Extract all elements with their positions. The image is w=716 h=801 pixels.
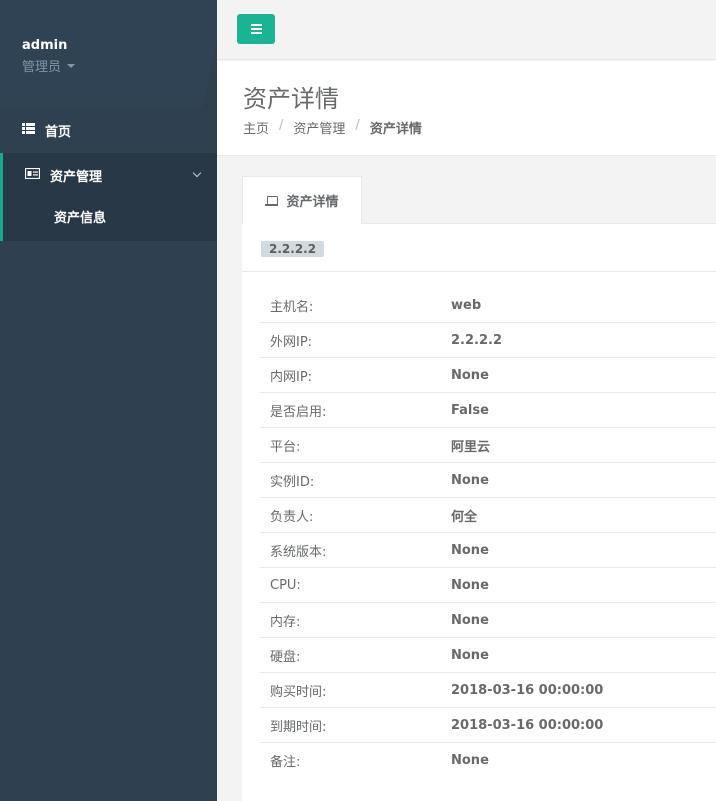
field-value: None	[451, 367, 489, 383]
field-value: 2018-03-16 00:00:00	[451, 682, 604, 698]
profile-name: admin	[22, 38, 68, 53]
field-value: web	[451, 297, 482, 313]
breadcrumb: 主页 / 资产管理 / 资产详情	[243, 118, 422, 137]
field-value: None	[451, 542, 489, 558]
field-value: None	[451, 577, 489, 593]
table-row: 实例ID: None	[260, 463, 716, 498]
table-row: 购买时间: 2018-03-16 00:00:00	[260, 673, 716, 708]
asset-detail-panel: 2.2.2.2 主机名: web 外网IP: 2.2.2.2 内网IP: None 是…	[242, 223, 716, 801]
table-row: 备注: None	[260, 743, 716, 778]
breadcrumb-current: 资产详情	[369, 122, 422, 137]
table-row: 系统版本: None	[260, 533, 716, 568]
table-row: 内存: None	[260, 603, 716, 638]
breadcrumb-separator: /	[355, 118, 360, 133]
breadcrumb-home[interactable]: 主页	[243, 118, 269, 137]
field-label: 平台:	[270, 439, 301, 455]
field-value: None	[451, 647, 489, 663]
field-value: None	[451, 612, 489, 628]
ip-badge: 2.2.2.2	[261, 241, 325, 257]
field-label: 实例ID:	[270, 474, 315, 490]
sidebar-subitem-asset-info[interactable]: 资产信息	[54, 207, 106, 226]
field-value: None	[451, 472, 489, 488]
table-row: 到期时间: 2018-03-16 00:00:00	[260, 708, 716, 743]
sidebar: admin 管理员 首页 资产管理 资产信息	[0, 0, 217, 801]
field-label: 系统版本:	[270, 544, 327, 560]
hamburger-icon	[250, 24, 262, 26]
field-value: 阿里云	[451, 439, 491, 455]
chevron-down-icon	[192, 168, 202, 178]
field-label: 主机名:	[270, 299, 314, 315]
field-label: 购买时间:	[270, 684, 327, 700]
field-value: 何全	[451, 509, 478, 525]
profile-role-dropdown[interactable]: 管理员	[22, 56, 217, 75]
caret-down-icon	[67, 63, 76, 68]
table-row: 外网IP: 2.2.2.2	[260, 323, 716, 358]
field-label: 硬盘:	[270, 649, 301, 665]
laptop-icon	[265, 195, 279, 206]
breadcrumb-asset-management[interactable]: 资产管理	[293, 118, 345, 137]
sidebar-item-asset[interactable]: 资产管理	[3, 153, 220, 197]
field-label: 备注:	[270, 755, 301, 770]
sidebar-item-home[interactable]: 首页	[0, 110, 217, 150]
menu-toggle-button[interactable]	[237, 14, 275, 44]
field-value: None	[451, 753, 489, 768]
field-label: 内存:	[270, 614, 301, 630]
breadcrumb-separator: /	[279, 118, 284, 133]
tab-label: 资产详情	[286, 195, 339, 210]
table-row: 负责人: 何全	[260, 498, 716, 533]
field-label: 到期时间:	[270, 719, 327, 735]
field-value: False	[451, 402, 489, 418]
page-title: 资产详情	[243, 85, 339, 113]
tab-asset-detail[interactable]: 资产详情	[242, 176, 362, 224]
field-label: 负责人:	[270, 509, 314, 525]
field-value: 2.2.2.2	[451, 332, 502, 348]
th-list-icon	[22, 122, 35, 138]
table-row: 硬盘: None	[260, 638, 716, 673]
sidebar-group-asset: 资产管理 资产信息	[0, 153, 217, 241]
field-label: 内网IP:	[270, 369, 313, 385]
table-row: 平台: 阿里云	[260, 428, 716, 463]
page-heading: 资产详情 主页 / 资产管理 / 资产详情	[217, 61, 716, 156]
topbar	[217, 0, 716, 60]
field-label: 外网IP:	[270, 334, 313, 350]
sidebar-item-label: 资产管理	[50, 169, 103, 185]
table-row: 是否启用: False	[260, 393, 716, 428]
detail-table: 主机名: web 外网IP: 2.2.2.2 内网IP: None 是否启用: Fals…	[260, 288, 716, 778]
table-row: 内网IP: None	[260, 358, 716, 393]
field-label: CPU:	[270, 577, 301, 593]
profile-role: 管理员	[22, 60, 62, 75]
field-label: 是否启用:	[270, 404, 327, 420]
field-value: 2018-03-16 00:00:00	[451, 717, 604, 733]
sidebar-item-label: 首页	[45, 124, 72, 140]
table-row: CPU: None	[260, 568, 716, 603]
profile: admin 管理员	[0, 0, 217, 108]
badge-row: 2.2.2.2	[242, 224, 716, 272]
id-card-icon	[24, 167, 41, 183]
table-row: 主机名: web	[260, 288, 716, 323]
